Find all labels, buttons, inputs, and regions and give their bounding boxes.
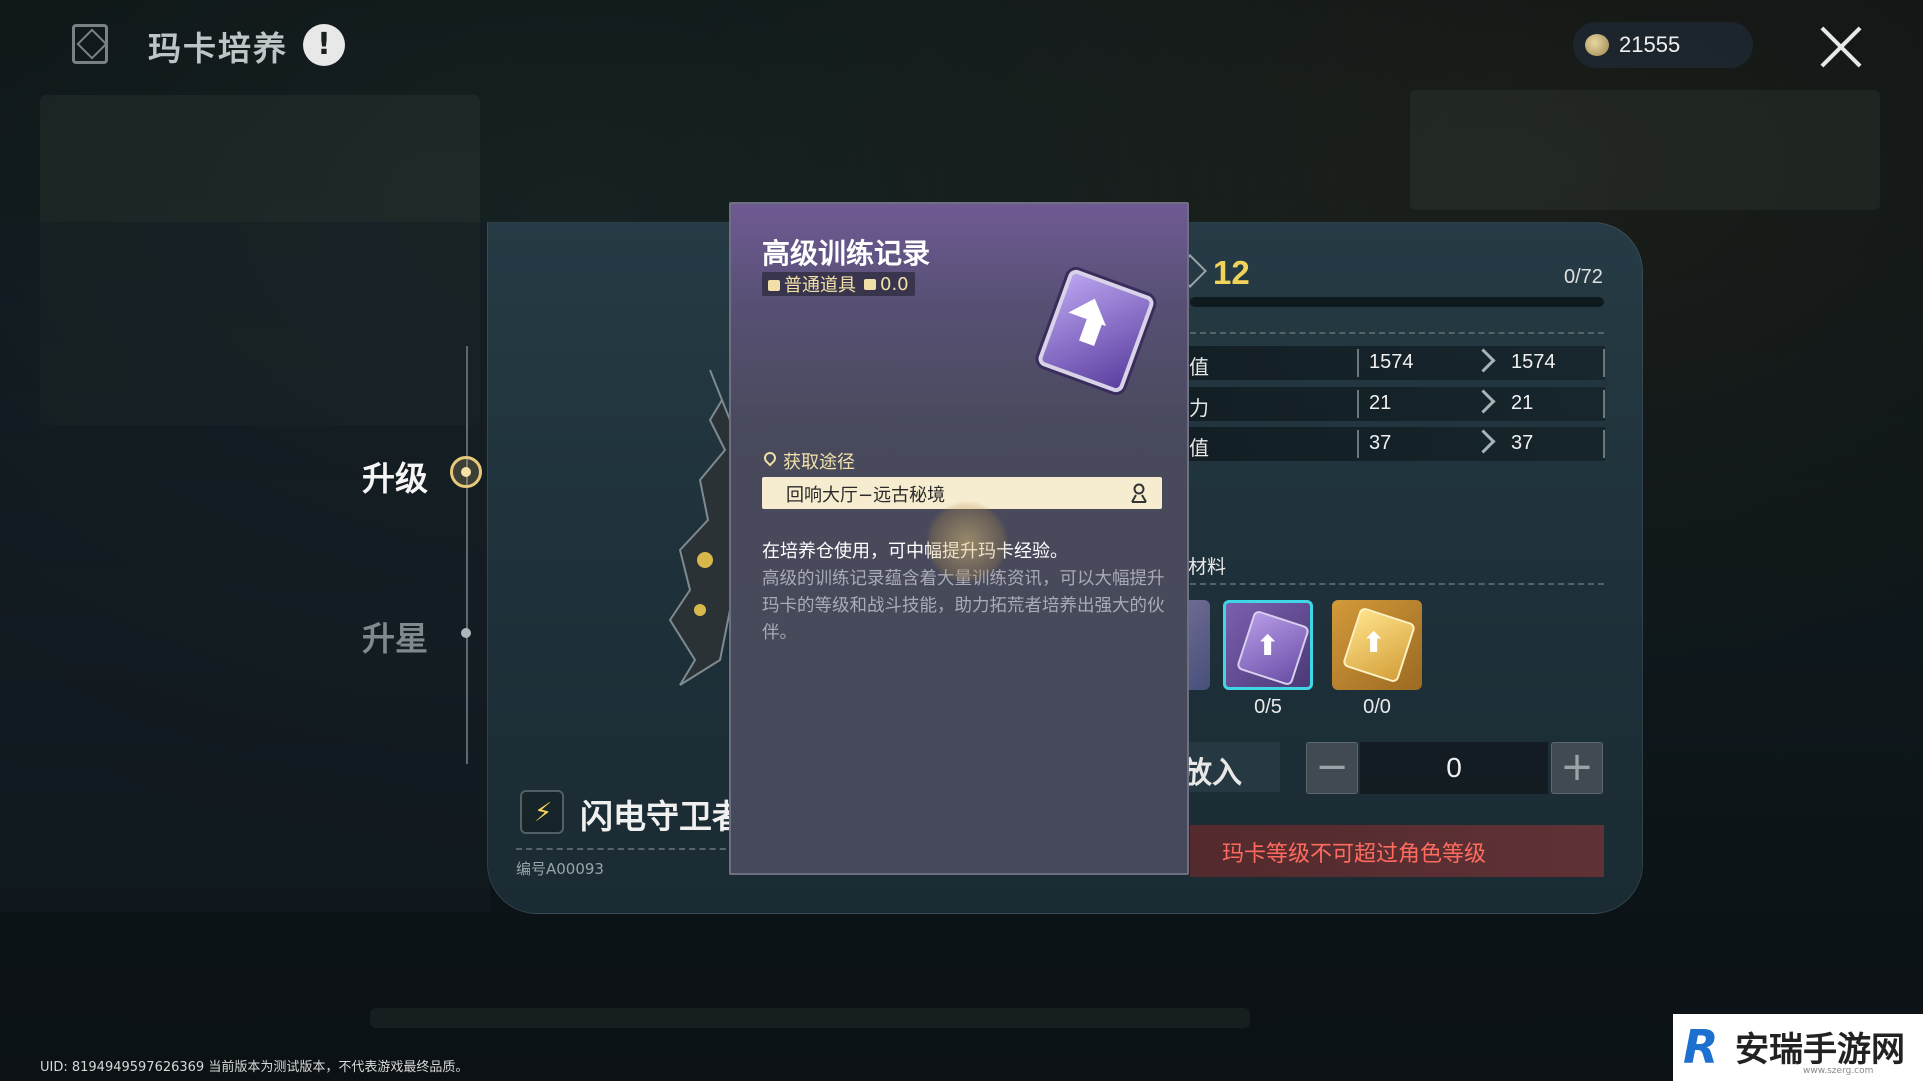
chevron-right-icon: [1471, 429, 1496, 454]
coin-icon: [1585, 34, 1609, 56]
watermark-url: www.szerg.com: [1803, 1066, 1874, 1076]
page-title: 玛卡培养: [148, 29, 288, 68]
item-title: 高级训练记录: [762, 237, 931, 270]
material-slot-gold[interactable]: ⬆: [1332, 600, 1422, 690]
increment-button[interactable]: +: [1551, 742, 1603, 794]
watermark-text: 安瑞手游网: [1735, 1030, 1905, 1070]
info-alert-icon[interactable]: !: [303, 24, 345, 66]
stat-label: 值: [1189, 436, 1209, 460]
left-tab-panel: [0, 222, 490, 912]
watermark: R 安瑞手游网 www.szerg.com: [1673, 1014, 1923, 1081]
card-name: 闪电守卫者: [580, 797, 730, 836]
stat-label: 力: [1189, 396, 1209, 420]
card-code: 编号A00093: [516, 860, 604, 878]
watermark-logo-icon: R: [1683, 1020, 1719, 1074]
stat-row: 力 21 21: [1185, 387, 1605, 421]
arrow-up-icon: ⬆: [1256, 629, 1280, 662]
stat-row: 值 37 37: [1185, 427, 1605, 461]
bag-icon: [768, 280, 780, 291]
stat-label: 值: [1189, 355, 1209, 379]
stat-next: 37: [1511, 432, 1534, 454]
stat-current: 21: [1369, 392, 1392, 414]
stat-separator: [1357, 349, 1359, 377]
stat-row: 值 1574 1574: [1185, 346, 1605, 380]
background-blur-panel: [1410, 90, 1880, 210]
source-value: 回响大厅−远古秘境: [786, 485, 946, 506]
exp-progress-bar: [1190, 297, 1604, 307]
item-type-label: 普通道具: [784, 275, 856, 296]
quantity-value: 0: [1446, 752, 1462, 783]
item-usage: 在培养仓使用，可中幅提升玛卡经验。: [762, 541, 1068, 562]
stat-separator: [1603, 430, 1605, 458]
item-weight-value: 0.0: [880, 273, 909, 295]
location-pin-icon: [761, 449, 779, 467]
stat-separator: [1357, 390, 1359, 418]
currency-display: 21555: [1573, 22, 1753, 68]
card-menu-icon[interactable]: [72, 24, 108, 64]
level-value: 12: [1213, 254, 1250, 291]
warning-text: 玛卡等级不可超过角色等级: [1222, 842, 1487, 867]
weight-icon: [864, 278, 876, 290]
exp-value: 0/72: [1564, 266, 1603, 288]
touch-cursor: [925, 500, 1009, 584]
background-blur-bar: [370, 1008, 1250, 1028]
tab-active-indicator: [450, 456, 482, 488]
training-record-icon: [1031, 267, 1156, 395]
item-weight-tag: 0.0: [864, 274, 909, 295]
currency-value: 21555: [1619, 32, 1681, 57]
stat-separator: [1603, 349, 1605, 377]
arrow-up-icon: ⬆: [1362, 626, 1386, 659]
material-slot-purple[interactable]: ⬆: [1223, 600, 1313, 690]
materials-label: 材料: [1188, 556, 1227, 578]
stat-next: 21: [1511, 392, 1534, 414]
chevron-right-icon: [1471, 389, 1496, 414]
stat-current: 1574: [1369, 351, 1414, 373]
uid-footer: UID: 8194949597626369 当前版本为测试版本，不代表游戏最终品…: [40, 1060, 469, 1075]
stat-next: 1574: [1511, 351, 1556, 373]
material-count: 0/0: [1363, 696, 1391, 718]
tab-upgrade[interactable]: 升级: [362, 452, 428, 500]
stat-separator: [1603, 390, 1605, 418]
item-tags: 普通道具 0.0: [762, 272, 915, 296]
divider: [1190, 332, 1604, 334]
source-label: 获取途径: [783, 452, 855, 473]
item-type-tag: 普通道具: [768, 271, 856, 297]
tab-indicator: [461, 628, 471, 638]
map-marker-icon[interactable]: [1130, 483, 1148, 503]
lightning-icon: ⚡: [534, 798, 553, 828]
material-count: 0/5: [1254, 696, 1282, 718]
chevron-right-icon: [1471, 348, 1496, 373]
divider: [516, 848, 736, 850]
top-bar: 玛卡培养 ! 21555: [0, 0, 1923, 90]
tab-star-up[interactable]: 升星: [362, 612, 428, 660]
tab-rail: [466, 346, 468, 764]
decrement-button[interactable]: −: [1306, 742, 1358, 794]
divider: [1190, 583, 1604, 585]
put-in-label: 放入: [1182, 756, 1242, 791]
stat-separator: [1357, 430, 1359, 458]
close-icon[interactable]: [1818, 24, 1864, 70]
stat-current: 37: [1369, 432, 1392, 454]
